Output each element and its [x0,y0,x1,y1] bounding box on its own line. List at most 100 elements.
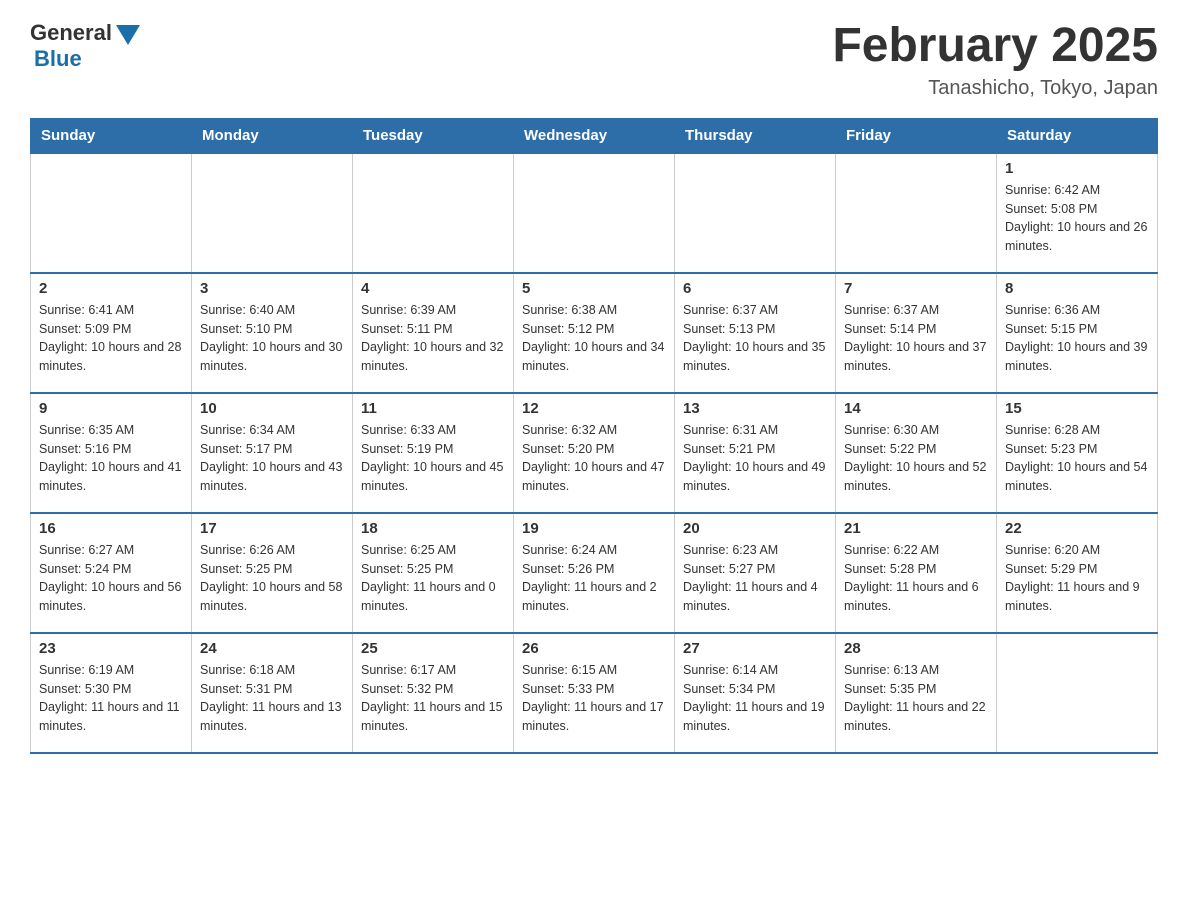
day-of-week-header: Saturday [997,118,1158,153]
day-number: 5 [522,280,666,297]
day-info: Sunrise: 6:14 AMSunset: 5:34 PMDaylight:… [683,661,827,736]
day-info: Sunrise: 6:27 AMSunset: 5:24 PMDaylight:… [39,541,183,616]
day-number: 8 [1005,280,1149,297]
day-info: Sunrise: 6:37 AMSunset: 5:13 PMDaylight:… [683,301,827,376]
day-number: 26 [522,640,666,657]
day-info: Sunrise: 6:17 AMSunset: 5:32 PMDaylight:… [361,661,505,736]
calendar-cell: 3 Sunrise: 6:40 AMSunset: 5:10 PMDaylight… [192,273,353,393]
calendar-cell: 21 Sunrise: 6:22 AMSunset: 5:28 PMDayligh… [836,513,997,633]
day-of-week-header: Monday [192,118,353,153]
day-number: 13 [683,400,827,417]
calendar-cell: 6Sunrise: 6:37 AMSunset: 5:13 PMDaylight… [675,273,836,393]
day-number: 4 [361,280,505,297]
day-info: Sunrise: 6:30 AMSunset: 5:22 PMDaylight:… [844,421,988,496]
calendar-week-row: 1 Sunrise: 6:42 AMSunset: 5:08 PMDaylight… [31,153,1158,273]
day-of-week-header: Wednesday [514,118,675,153]
logo-blue-text: Blue [34,46,82,72]
day-of-week-header: Friday [836,118,997,153]
calendar-cell: 5 Sunrise: 6:38 AMSunset: 5:12 PMDaylight… [514,273,675,393]
calendar-cell: 1 Sunrise: 6:42 AMSunset: 5:08 PMDaylight… [997,153,1158,273]
calendar-cell [836,153,997,273]
day-number: 20 [683,520,827,537]
calendar-cell: 9Sunrise: 6:35 AMSunset: 5:16 PMDaylight… [31,393,192,513]
calendar-week-row: 9Sunrise: 6:35 AMSunset: 5:16 PMDaylight… [31,393,1158,513]
day-of-week-header: Sunday [31,118,192,153]
day-info: Sunrise: 6:40 AMSunset: 5:10 PMDaylight:… [200,301,344,376]
day-number: 2 [39,280,183,297]
title-section: February 2025 Tanashicho, Tokyo, Japan [832,20,1158,100]
calendar-cell: 18 Sunrise: 6:25 AMSunset: 5:25 PMDayligh… [353,513,514,633]
calendar-header-row: SundayMondayTuesdayWednesdayThursdayFrid… [31,118,1158,153]
day-info: Sunrise: 6:15 AMSunset: 5:33 PMDaylight:… [522,661,666,736]
day-number: 10 [200,400,344,417]
calendar-table: SundayMondayTuesdayWednesdayThursdayFrid… [30,118,1158,754]
calendar-week-row: 23Sunrise: 6:19 AMSunset: 5:30 PMDayligh… [31,633,1158,753]
calendar-week-row: 2 Sunrise: 6:41 AMSunset: 5:09 PMDaylight… [31,273,1158,393]
calendar-cell: 2 Sunrise: 6:41 AMSunset: 5:09 PMDaylight… [31,273,192,393]
calendar-cell: 16Sunrise: 6:27 AMSunset: 5:24 PMDayligh… [31,513,192,633]
day-info: Sunrise: 6:35 AMSunset: 5:16 PMDaylight:… [39,421,183,496]
calendar-cell [997,633,1158,753]
calendar-cell [675,153,836,273]
calendar-cell: 4Sunrise: 6:39 AMSunset: 5:11 PMDaylight… [353,273,514,393]
day-info: Sunrise: 6:37 AMSunset: 5:14 PMDaylight:… [844,301,988,376]
day-number: 21 [844,520,988,537]
day-info: Sunrise: 6:23 AMSunset: 5:27 PMDaylight:… [683,541,827,616]
logo: General Blue [30,20,140,72]
month-title: February 2025 [832,20,1158,73]
day-number: 1 [1005,160,1149,177]
day-number: 27 [683,640,827,657]
day-info: Sunrise: 6:13 AMSunset: 5:35 PMDaylight:… [844,661,988,736]
calendar-cell [353,153,514,273]
day-info: Sunrise: 6:18 AMSunset: 5:31 PMDaylight:… [200,661,344,736]
day-info: Sunrise: 6:22 AMSunset: 5:28 PMDaylight:… [844,541,988,616]
calendar-cell: 12 Sunrise: 6:32 AMSunset: 5:20 PMDayligh… [514,393,675,513]
day-number: 11 [361,400,505,417]
page-header: General Blue February 2025 Tanashicho, T… [30,20,1158,100]
day-number: 25 [361,640,505,657]
day-number: 18 [361,520,505,537]
day-info: Sunrise: 6:25 AMSunset: 5:25 PMDaylight:… [361,541,505,616]
calendar-cell: 11 Sunrise: 6:33 AMSunset: 5:19 PMDayligh… [353,393,514,513]
calendar-cell: 24 Sunrise: 6:18 AMSunset: 5:31 PMDayligh… [192,633,353,753]
calendar-cell: 8 Sunrise: 6:36 AMSunset: 5:15 PMDaylight… [997,273,1158,393]
day-number: 22 [1005,520,1149,537]
calendar-cell [192,153,353,273]
day-number: 24 [200,640,344,657]
calendar-cell: 17Sunrise: 6:26 AMSunset: 5:25 PMDayligh… [192,513,353,633]
day-info: Sunrise: 6:24 AMSunset: 5:26 PMDaylight:… [522,541,666,616]
calendar-cell: 25 Sunrise: 6:17 AMSunset: 5:32 PMDayligh… [353,633,514,753]
calendar-cell: 28 Sunrise: 6:13 AMSunset: 5:35 PMDayligh… [836,633,997,753]
day-number: 19 [522,520,666,537]
day-info: Sunrise: 6:28 AMSunset: 5:23 PMDaylight:… [1005,421,1149,496]
day-info: Sunrise: 6:20 AMSunset: 5:29 PMDaylight:… [1005,541,1149,616]
calendar-cell: 26 Sunrise: 6:15 AMSunset: 5:33 PMDayligh… [514,633,675,753]
day-info: Sunrise: 6:38 AMSunset: 5:12 PMDaylight:… [522,301,666,376]
calendar-cell: 10Sunrise: 6:34 AMSunset: 5:17 PMDayligh… [192,393,353,513]
day-info: Sunrise: 6:36 AMSunset: 5:15 PMDaylight:… [1005,301,1149,376]
day-number: 12 [522,400,666,417]
calendar-cell: 19 Sunrise: 6:24 AMSunset: 5:26 PMDayligh… [514,513,675,633]
location-text: Tanashicho, Tokyo, Japan [832,77,1158,100]
day-number: 14 [844,400,988,417]
day-number: 23 [39,640,183,657]
calendar-cell: 23Sunrise: 6:19 AMSunset: 5:30 PMDayligh… [31,633,192,753]
day-number: 15 [1005,400,1149,417]
day-of-week-header: Tuesday [353,118,514,153]
logo-triangle-icon [116,25,140,45]
day-info: Sunrise: 6:41 AMSunset: 5:09 PMDaylight:… [39,301,183,376]
day-number: 28 [844,640,988,657]
day-of-week-header: Thursday [675,118,836,153]
day-info: Sunrise: 6:42 AMSunset: 5:08 PMDaylight:… [1005,181,1149,256]
calendar-cell: 20 Sunrise: 6:23 AMSunset: 5:27 PMDayligh… [675,513,836,633]
day-info: Sunrise: 6:33 AMSunset: 5:19 PMDaylight:… [361,421,505,496]
day-number: 7 [844,280,988,297]
day-info: Sunrise: 6:32 AMSunset: 5:20 PMDaylight:… [522,421,666,496]
calendar-week-row: 16Sunrise: 6:27 AMSunset: 5:24 PMDayligh… [31,513,1158,633]
calendar-cell: 27 Sunrise: 6:14 AMSunset: 5:34 PMDayligh… [675,633,836,753]
calendar-cell: 7 Sunrise: 6:37 AMSunset: 5:14 PMDaylight… [836,273,997,393]
day-number: 3 [200,280,344,297]
calendar-cell [31,153,192,273]
calendar-cell: 13Sunrise: 6:31 AMSunset: 5:21 PMDayligh… [675,393,836,513]
logo-general-text: General [30,20,112,46]
